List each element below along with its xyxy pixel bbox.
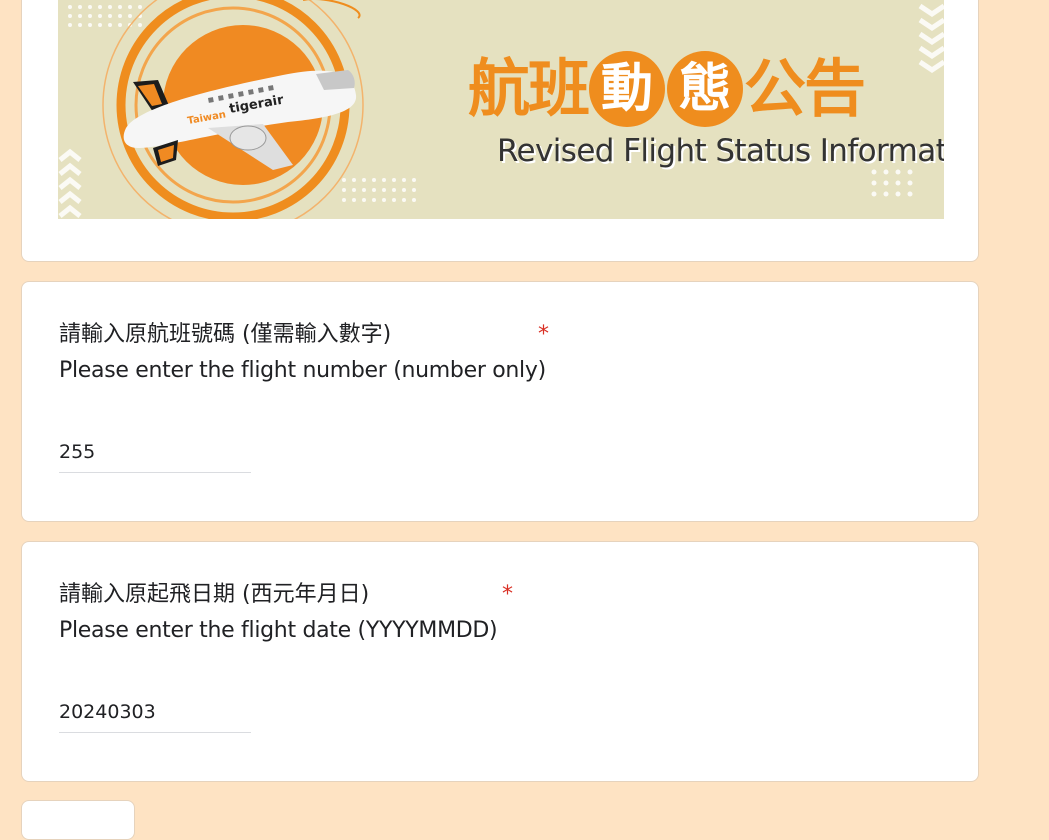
question-label-en: Please enter the flight number (number o… (59, 358, 546, 383)
question-card-flight-date: 請輸入原起飛日期 (西元年月日) Please enter the flight… (21, 541, 979, 782)
question-title: 請輸入原航班號碼 (僅需輸入數字) Please enter the fligh… (59, 317, 546, 389)
banner-title: 航 班 動 態 公 告 (468, 51, 866, 127)
banner-title-char-circled: 動 (589, 51, 666, 127)
required-asterisk: * (502, 582, 513, 607)
question-label-zh: 請輸入原起飛日期 (西元年月日) (59, 582, 370, 607)
question-card-flight-number: 請輸入原航班號碼 (僅需輸入數字) Please enter the fligh… (21, 281, 979, 522)
question-title: 請輸入原起飛日期 (西元年月日) Please enter the flight… (59, 577, 498, 649)
banner-title-char: 告 (804, 52, 866, 125)
required-asterisk: * (538, 322, 549, 347)
flight-number-input[interactable]: 255 (59, 438, 251, 473)
question-label-en: Please enter the flight date (YYYYMMDD) (59, 618, 498, 643)
banner-subtitle: Revised Flight Status Information (497, 133, 944, 169)
question-label-zh: 請輸入原航班號碼 (僅需輸入數字) (59, 322, 392, 347)
banner-title-char: 公 (744, 52, 806, 125)
banner-title-char: 班 (528, 52, 590, 125)
banner-title-char-circled: 態 (667, 51, 744, 127)
banner-title-char: 航 (468, 52, 530, 125)
next-button-card[interactable] (21, 800, 135, 840)
header-banner-image: tigerair Taiwan 航 班 動 態 公 告 Revised Flig… (58, 0, 944, 219)
flight-date-input[interactable]: 20240303 (59, 698, 251, 733)
